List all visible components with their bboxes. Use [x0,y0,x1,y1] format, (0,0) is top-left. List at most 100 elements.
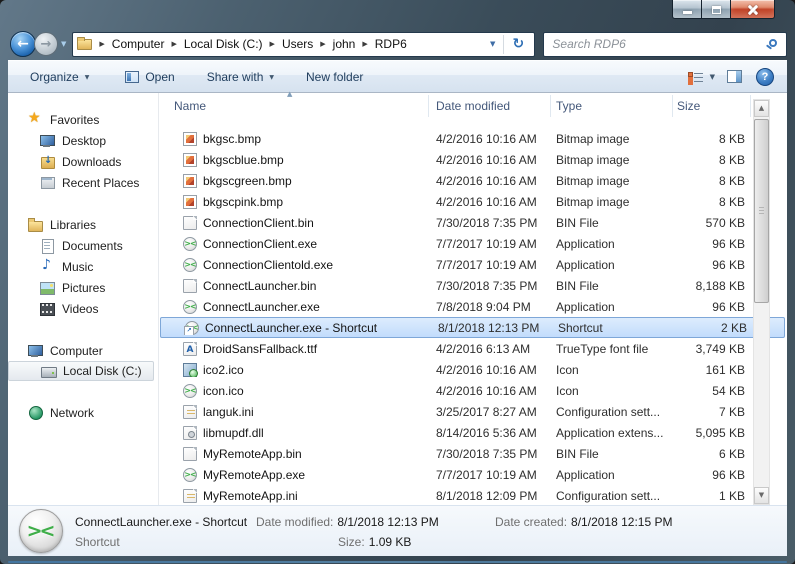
refresh-button[interactable]: ↻ [504,33,532,56]
file-size: 96 KB [673,468,751,482]
sidebar-item-desktop[interactable]: Desktop [8,130,158,151]
sidebar-item-local-disk-c[interactable]: Local Disk (C:) [8,361,154,381]
selected-item-icon: >< [19,509,63,553]
column-header-size[interactable]: Size [673,95,751,117]
breadcrumb-item-users[interactable]: Users [282,37,313,51]
sidebar-item-videos[interactable]: Videos [8,298,158,319]
views-dropdown-icon[interactable]: ▼ [710,73,715,81]
file-name: bkgscblue.bmp [203,153,284,167]
breadcrumb-item-local-disk-c[interactable]: Local Disk (C:) [184,37,263,51]
sidebar-item-documents[interactable]: Documents [8,235,158,256]
bmp-file-icon [183,195,197,209]
address-bar[interactable]: ▶Computer▶Local Disk (C:)▶Users▶john▶RDP… [72,32,535,57]
file-name: bkgsc.bmp [203,132,261,146]
file-type: Application extens... [551,426,673,440]
forward-button[interactable]: → [34,32,58,56]
file-row[interactable]: bkgscpink.bmp4/2/2016 10:16 AMBitmap ima… [159,191,787,212]
file-type: Shortcut [553,321,675,335]
close-button[interactable] [730,0,775,19]
file-date-modified: 4/2/2016 10:16 AM [429,174,551,188]
help-button[interactable]: ? [756,68,774,86]
window-bottom-glow [8,561,787,563]
file-size: 2 KB [675,321,753,335]
breadcrumb-item-computer[interactable]: Computer [112,37,165,51]
recent-pages-dropdown[interactable]: ▼ [61,40,66,48]
breadcrumb-item-rdp6[interactable]: RDP6 [375,37,407,51]
preview-pane-button[interactable] [727,70,742,83]
share-with-button[interactable]: Share with ▼ [200,65,281,89]
file-date-modified: 7/30/2018 7:35 PM [429,447,551,461]
file-row[interactable]: ConnectLauncher.exe - Shortcut 8/1/2018 1… [160,317,785,338]
column-header-name[interactable]: Name [159,95,429,117]
file-row[interactable]: MyRemoteApp.bin7/30/2018 7:35 PMBIN File… [159,443,787,464]
column-header-date-modified[interactable]: Date modified [429,95,551,117]
date-modified-value: 8/1/2018 12:13 PM [337,515,438,529]
forward-arrow-icon: → [41,37,52,52]
file-row[interactable]: ConnectLauncher.exe7/8/2018 9:04 PMAppli… [159,296,787,317]
open-button[interactable]: Open [118,65,181,89]
column-header-type[interactable]: Type [551,95,673,117]
back-arrow-icon: ← [17,36,29,52]
file-row[interactable]: ConnectLauncher.bin7/30/2018 7:35 PMBIN … [159,275,787,296]
file-date-modified: 8/1/2018 12:13 PM [431,321,553,335]
minimize-button[interactable] [672,0,701,19]
file-row[interactable]: MyRemoteApp.exe7/7/2017 10:19 AMApplicat… [159,464,787,485]
file-row[interactable]: ConnectionClient.exe7/7/2017 10:19 AMApp… [159,233,787,254]
scrollbar-thumb[interactable] [754,119,769,303]
file-date-modified: 4/2/2016 10:16 AM [429,195,551,209]
back-button[interactable]: ← [10,31,36,57]
organize-label: Organize [30,70,79,84]
ico2-file-icon [183,363,197,377]
file-size: 96 KB [673,258,751,272]
file-row[interactable]: libmupdf.dll8/14/2016 5:36 AMApplication… [159,422,787,443]
vertical-scrollbar[interactable]: ▲ ▼ [753,99,770,505]
sidebar-item-downloads[interactable]: Downloads [8,151,158,172]
window-controls [672,0,775,19]
sidebar-item-pictures[interactable]: Pictures [8,277,158,298]
file-name: ico2.ico [203,363,244,377]
sidebar-item-computer[interactable]: Computer [8,340,158,361]
file-rows: bkgsc.bmp4/2/2016 10:16 AMBitmap image8 … [159,128,787,506]
videos-icon [40,301,55,316]
refresh-icon: ↻ [513,36,525,52]
breadcrumb-item-john[interactable]: john [333,37,356,51]
change-view-button[interactable] [688,71,703,83]
maximize-icon [712,6,721,14]
file-row[interactable]: MyRemoteApp.ini8/1/2018 12:09 PMConfigur… [159,485,787,506]
file-name: ConnectionClient.exe [203,237,317,251]
ini-file-icon [183,489,197,503]
address-dropdown-icon[interactable]: ▼ [490,40,495,48]
file-row[interactable]: ico2.ico4/2/2016 10:16 AMIcon161 KB [159,359,787,380]
file-name: ConnectLauncher.exe - Shortcut [205,321,377,335]
maximize-button[interactable] [701,0,730,19]
search-input[interactable] [544,33,786,56]
file-name: ConnectionClientold.exe [203,258,333,272]
scroll-down-button[interactable]: ▼ [754,487,769,504]
sidebar-item-favorites[interactable]: Favorites [8,109,158,130]
scroll-up-button[interactable]: ▲ [754,100,769,117]
star-icon [28,112,43,127]
sidebar-item-network[interactable]: Network [8,402,158,423]
organize-button[interactable]: Organize ▼ [23,65,96,89]
network-icon [28,405,43,420]
sidebar-item-recent-places[interactable]: Recent Places [8,172,158,193]
file-row[interactable]: bkgscblue.bmp4/2/2016 10:16 AMBitmap ima… [159,149,787,170]
file-date-modified: 7/7/2017 10:19 AM [429,468,551,482]
sidebar-item-label: Videos [62,302,98,316]
exe-file-icon [183,258,197,272]
file-row[interactable]: bkgsc.bmp4/2/2016 10:16 AMBitmap image8 … [159,128,787,149]
file-row[interactable]: bkgscgreen.bmp4/2/2016 10:16 AMBitmap im… [159,170,787,191]
bin-file-icon [183,216,197,230]
file-row[interactable]: DroidSansFallback.ttf4/2/2016 6:13 AMTru… [159,338,787,359]
file-row[interactable]: languk.ini3/25/2017 8:27 AMConfiguration… [159,401,787,422]
sidebar-item-music[interactable]: Music [8,256,158,277]
file-name: ConnectLauncher.exe [203,300,320,314]
file-row[interactable]: ConnectionClientold.exe7/7/2017 10:19 AM… [159,254,787,275]
sidebar-item-label: Music [62,260,93,274]
downloads-icon [40,154,55,169]
file-type: Bitmap image [551,174,673,188]
file-row[interactable]: icon.ico4/2/2016 10:16 AMIcon54 KB [159,380,787,401]
new-folder-button[interactable]: New folder [299,65,370,89]
file-row[interactable]: ConnectionClient.bin7/30/2018 7:35 PMBIN… [159,212,787,233]
sidebar-item-libraries[interactable]: Libraries [8,214,158,235]
